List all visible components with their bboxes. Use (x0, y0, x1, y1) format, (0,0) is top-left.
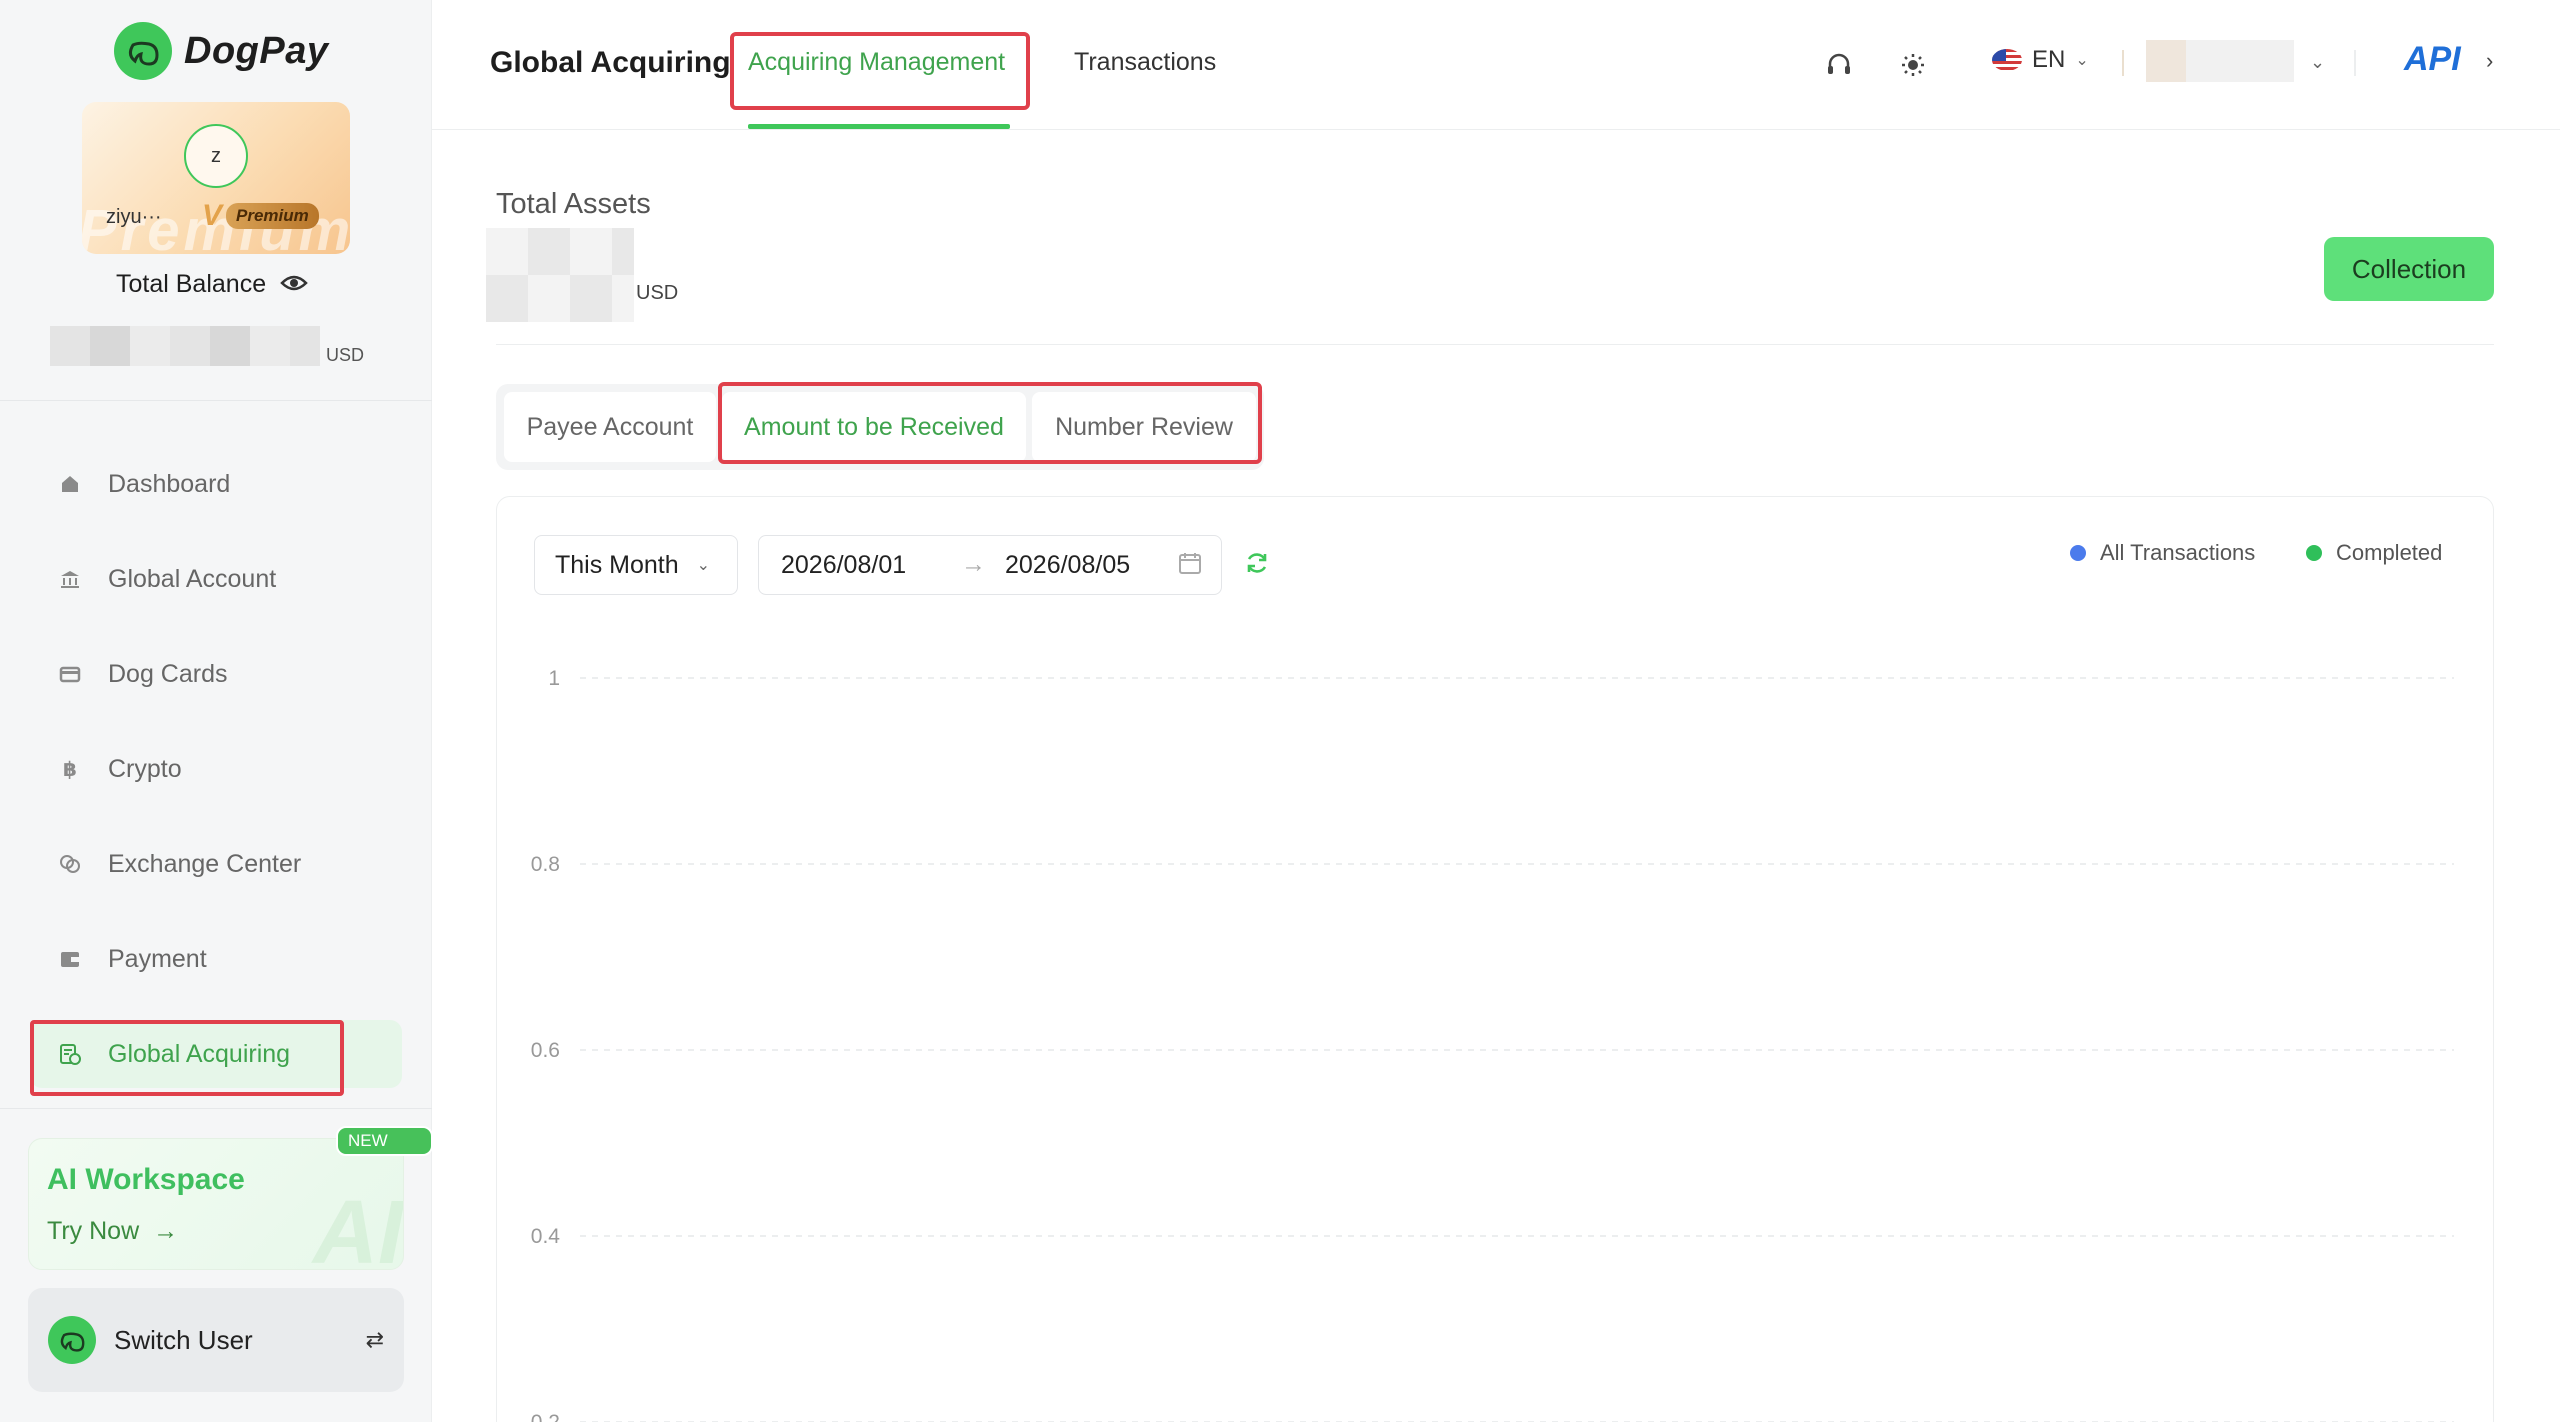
balance-row: USD (50, 326, 364, 366)
sidebar-item-label: Exchange Center (108, 849, 302, 878)
period-value: This Month (555, 550, 679, 579)
chevron-down-icon: ⌄ (2075, 52, 2089, 69)
y-tick-label: 0.4 (531, 1225, 561, 1248)
vip-mark: V (202, 199, 223, 232)
chevron-down-icon: ⌄ (696, 557, 711, 574)
headset-icon[interactable] (1822, 48, 1856, 82)
dog-avatar-icon (48, 1316, 96, 1364)
sidebar-item-label: Crypto (108, 754, 182, 783)
premium-badge: V Premium (192, 199, 329, 232)
range-arrow-icon: → (961, 550, 986, 578)
sidebar-item-label: Dashboard (108, 469, 231, 498)
total-balance-label: Total Balance (116, 270, 267, 298)
brand-name: DogPay (184, 29, 329, 72)
tab-transactions[interactable]: Transactions (1074, 48, 1216, 77)
logo[interactable]: DogPay (114, 22, 328, 80)
collection-button[interactable]: Collection (2324, 237, 2494, 301)
sidebar-item-label: Dog Cards (108, 659, 228, 688)
sidebar: DogPay Premium z ziyu··· V Premium Total… (0, 0, 433, 1422)
user-menu-masked[interactable] (2146, 40, 2294, 82)
header-divider (2354, 50, 2356, 76)
acquiring-icon (58, 1042, 82, 1066)
y-tick-label: 1 (548, 667, 560, 690)
new-badge: NEW (336, 1126, 433, 1156)
chevron-right-icon[interactable]: › (2486, 48, 2493, 74)
total-balance: Total Balance (116, 270, 308, 299)
avatar[interactable]: z (184, 124, 248, 188)
language-selector[interactable]: EN ⌄ (1992, 46, 2089, 74)
ai-workspace-card[interactable]: AI AI Workspace Try Now → (28, 1138, 404, 1270)
date-range-picker[interactable]: 2026/08/01 → 2026/08/05 (758, 535, 1222, 595)
top-header: Global Acquiring Acquiring Management Tr… (432, 0, 2560, 130)
total-assets-label: Total Assets (496, 188, 651, 220)
avatar-initial: z (211, 144, 221, 167)
language-label: EN (2032, 46, 2066, 73)
switch-user-label: Switch User (114, 1324, 253, 1355)
y-tick-label: 0.6 (531, 1039, 560, 1062)
sidebar-item-global-acquiring[interactable]: Global Acquiring (30, 1020, 402, 1096)
legend-label: Completed (2336, 540, 2443, 565)
sidebar-item-global-account[interactable]: Global Account (30, 545, 402, 613)
sidebar-divider (0, 400, 432, 401)
sidebar-item-label: Global Acquiring (108, 1039, 291, 1068)
bank-icon (58, 567, 82, 591)
segment-payee-account[interactable]: Payee Account (504, 392, 716, 462)
us-flag-icon (1992, 49, 2022, 71)
header-divider (2122, 50, 2124, 76)
exchange-icon (58, 852, 82, 876)
sidebar-divider (0, 1108, 432, 1109)
assets-currency: USD (636, 282, 679, 304)
main-divider (496, 344, 2494, 345)
sidebar-item-dashboard[interactable]: Dashboard (30, 450, 402, 518)
sidebar-item-label: Global Account (108, 564, 277, 593)
legend-dot (2070, 545, 2086, 561)
calendar-icon (1177, 550, 1203, 583)
sidebar-item-dog-cards[interactable]: Dog Cards (30, 640, 402, 708)
eye-icon[interactable] (280, 270, 308, 299)
end-date[interactable]: 2026/08/05 (1005, 551, 1130, 580)
ai-watermark: AI (313, 1183, 403, 1270)
theme-sun-icon[interactable] (1896, 48, 1930, 82)
try-now-link[interactable]: Try Now → (47, 1217, 178, 1246)
api-link[interactable]: API (2404, 40, 2461, 79)
line-chart: 1 0.8 0.6 0.4 0.2 (531, 667, 2454, 1422)
active-tab-indicator (748, 124, 1010, 129)
refresh-icon[interactable] (1244, 550, 1274, 580)
arrow-right-icon: → (153, 1217, 179, 1245)
chevron-down-icon[interactable]: ⌄ (2310, 52, 2325, 73)
total-assets-value-masked (486, 228, 634, 322)
card-icon (58, 662, 82, 686)
page-title: Global Acquiring (490, 46, 731, 79)
y-tick-label: 0.2 (531, 1411, 560, 1422)
y-tick-label: 0.8 (531, 853, 560, 876)
wallet-icon (58, 947, 82, 971)
legend-label: All Transactions (2100, 540, 2256, 565)
switch-user-button[interactable]: Switch User ⇄ (28, 1288, 404, 1392)
sidebar-item-payment[interactable]: Payment (30, 925, 402, 993)
highlight-box (718, 382, 1262, 464)
premium-card[interactable]: Premium z ziyu··· V Premium (82, 102, 350, 254)
balance-value-masked (50, 326, 320, 366)
legend-item-completed[interactable]: Completed (2306, 540, 2442, 566)
home-icon (58, 472, 82, 496)
premium-label: Premium (226, 203, 319, 229)
legend-dot (2306, 545, 2322, 561)
sidebar-item-exchange-center[interactable]: Exchange Center (30, 830, 402, 898)
bitcoin-icon: ฿ (63, 758, 77, 781)
start-date[interactable]: 2026/08/01 (781, 551, 906, 580)
swap-icon: ⇄ (365, 1327, 384, 1352)
try-now-label: Try Now (47, 1217, 140, 1245)
balance-currency: USD (326, 345, 365, 365)
sidebar-item-label: Payment (108, 944, 207, 973)
legend-item-all-transactions[interactable]: All Transactions (2070, 540, 2255, 566)
highlight-box (730, 32, 1030, 110)
period-select[interactable]: This Month ⌄ (534, 535, 738, 595)
sidebar-item-crypto[interactable]: ฿ Crypto (30, 735, 402, 803)
username: ziyu··· (106, 206, 162, 228)
ai-workspace-title: AI Workspace (47, 1163, 245, 1196)
sidebar-nav: Dashboard Global Account Dog Cards ฿ Cry… (30, 450, 402, 1115)
dog-logo-icon (114, 22, 172, 80)
